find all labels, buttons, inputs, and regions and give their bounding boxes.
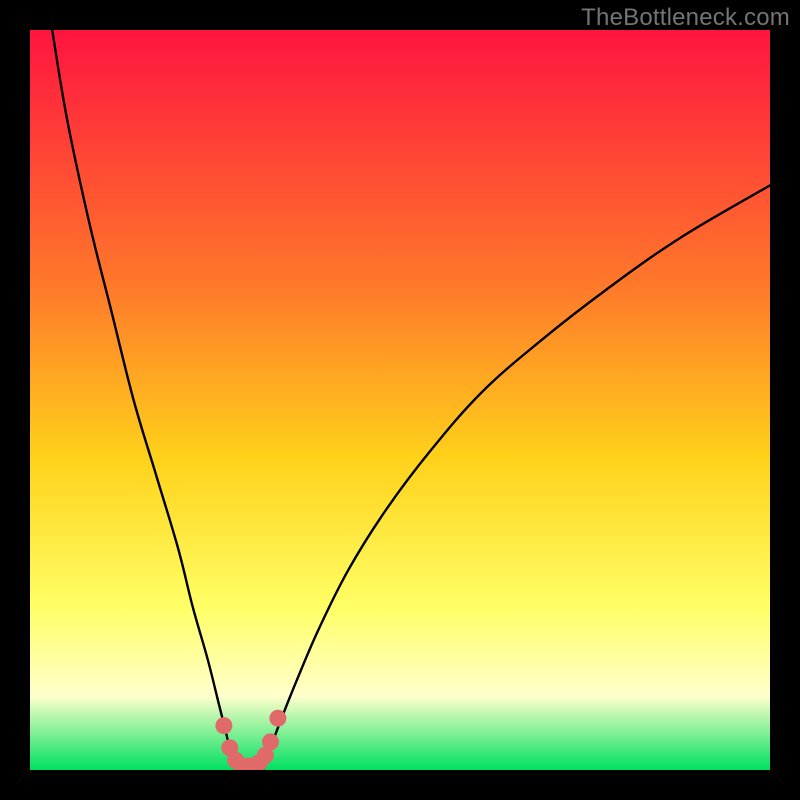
- chart-frame: TheBottleneck.com: [0, 0, 800, 800]
- plot-area: [30, 30, 770, 770]
- valley-marker: [262, 733, 279, 750]
- gradient-background: [30, 30, 770, 770]
- valley-marker: [269, 710, 286, 727]
- chart-svg: [30, 30, 770, 770]
- valley-marker: [215, 717, 232, 734]
- watermark-text: TheBottleneck.com: [581, 4, 790, 32]
